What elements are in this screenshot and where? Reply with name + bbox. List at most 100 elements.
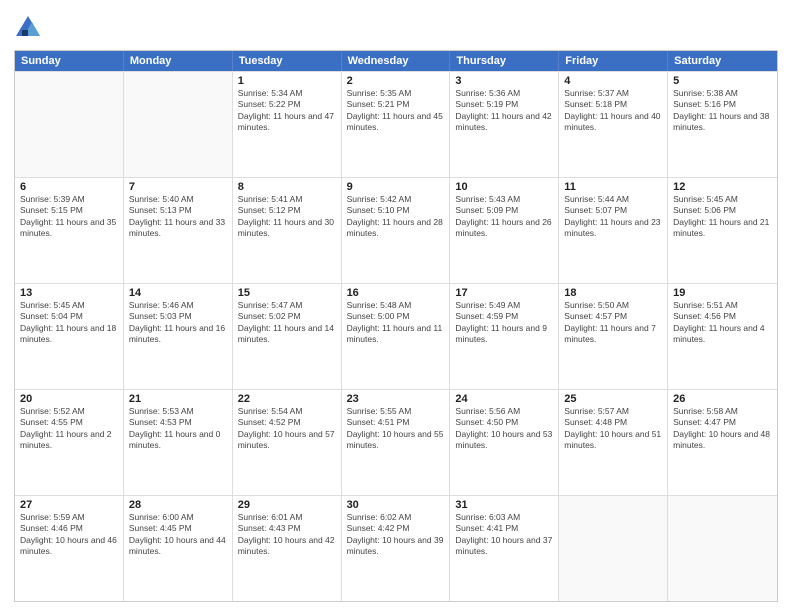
- header-day-wednesday: Wednesday: [342, 51, 451, 71]
- sunrise-text: Sunrise: 5:39 AM: [20, 194, 118, 205]
- daylight-text: Daylight: 10 hours and 53 minutes.: [455, 429, 553, 452]
- daylight-text: Daylight: 11 hours and 4 minutes.: [673, 323, 772, 346]
- empty-cell: [15, 72, 124, 177]
- sunrise-text: Sunrise: 5:52 AM: [20, 406, 118, 417]
- day-number: 10: [455, 181, 553, 193]
- day-number: 24: [455, 393, 553, 405]
- sunset-text: Sunset: 4:56 PM: [673, 311, 772, 322]
- day-number: 8: [238, 181, 336, 193]
- sunrise-text: Sunrise: 5:57 AM: [564, 406, 662, 417]
- day-cell-25: 25Sunrise: 5:57 AMSunset: 4:48 PMDayligh…: [559, 390, 668, 495]
- sunset-text: Sunset: 4:41 PM: [455, 523, 553, 534]
- daylight-text: Daylight: 10 hours and 39 minutes.: [347, 535, 445, 558]
- sunrise-text: Sunrise: 5:37 AM: [564, 88, 662, 99]
- day-number: 14: [129, 287, 227, 299]
- sunrise-text: Sunrise: 5:51 AM: [673, 300, 772, 311]
- sunset-text: Sunset: 5:22 PM: [238, 99, 336, 110]
- day-number: 13: [20, 287, 118, 299]
- day-cell-22: 22Sunrise: 5:54 AMSunset: 4:52 PMDayligh…: [233, 390, 342, 495]
- sunset-text: Sunset: 5:16 PM: [673, 99, 772, 110]
- sunrise-text: Sunrise: 5:53 AM: [129, 406, 227, 417]
- sunset-text: Sunset: 5:03 PM: [129, 311, 227, 322]
- day-cell-28: 28Sunrise: 6:00 AMSunset: 4:45 PMDayligh…: [124, 496, 233, 601]
- sunset-text: Sunset: 5:10 PM: [347, 205, 445, 216]
- day-cell-26: 26Sunrise: 5:58 AMSunset: 4:47 PMDayligh…: [668, 390, 777, 495]
- calendar-week-4: 20Sunrise: 5:52 AMSunset: 4:55 PMDayligh…: [15, 389, 777, 495]
- day-cell-5: 5Sunrise: 5:38 AMSunset: 5:16 PMDaylight…: [668, 72, 777, 177]
- sunset-text: Sunset: 5:00 PM: [347, 311, 445, 322]
- day-cell-1: 1Sunrise: 5:34 AMSunset: 5:22 PMDaylight…: [233, 72, 342, 177]
- logo-icon: [14, 14, 42, 42]
- daylight-text: Daylight: 11 hours and 33 minutes.: [129, 217, 227, 240]
- daylight-text: Daylight: 10 hours and 51 minutes.: [564, 429, 662, 452]
- day-number: 25: [564, 393, 662, 405]
- day-cell-4: 4Sunrise: 5:37 AMSunset: 5:18 PMDaylight…: [559, 72, 668, 177]
- sunrise-text: Sunrise: 6:00 AM: [129, 512, 227, 523]
- sunset-text: Sunset: 5:19 PM: [455, 99, 553, 110]
- sunrise-text: Sunrise: 5:43 AM: [455, 194, 553, 205]
- sunrise-text: Sunrise: 5:38 AM: [673, 88, 772, 99]
- calendar-week-3: 13Sunrise: 5:45 AMSunset: 5:04 PM Dayligh…: [15, 283, 777, 389]
- calendar-week-5: 27Sunrise: 5:59 AMSunset: 4:46 PMDayligh…: [15, 495, 777, 601]
- sunset-text: Sunset: 5:07 PM: [564, 205, 662, 216]
- header-day-saturday: Saturday: [668, 51, 777, 71]
- sunrise-text: Sunrise: 5:48 AM: [347, 300, 445, 311]
- day-number: 22: [238, 393, 336, 405]
- day-cell-27: 27Sunrise: 5:59 AMSunset: 4:46 PMDayligh…: [15, 496, 124, 601]
- day-number: 12: [673, 181, 772, 193]
- day-cell-30: 30Sunrise: 6:02 AMSunset: 4:42 PMDayligh…: [342, 496, 451, 601]
- daylight-text: Daylight: 10 hours and 42 minutes.: [238, 535, 336, 558]
- day-number: 28: [129, 499, 227, 511]
- daylight-text: Daylight: 11 hours and 42 minutes.: [455, 111, 553, 134]
- sunrise-text: Sunrise: 5:56 AM: [455, 406, 553, 417]
- calendar-body: 1Sunrise: 5:34 AMSunset: 5:22 PMDaylight…: [15, 71, 777, 601]
- empty-cell: [559, 496, 668, 601]
- header-day-sunday: Sunday: [15, 51, 124, 71]
- day-cell-10: 10Sunrise: 5:43 AMSunset: 5:09 PMDayligh…: [450, 178, 559, 283]
- header-day-monday: Monday: [124, 51, 233, 71]
- sunset-text: Sunset: 5:13 PM: [129, 205, 227, 216]
- day-cell-12: 12Sunrise: 5:45 AMSunset: 5:06 PMDayligh…: [668, 178, 777, 283]
- daylight-text: Daylight: 10 hours and 57 minutes.: [238, 429, 336, 452]
- day-number: 7: [129, 181, 227, 193]
- day-number: 4: [564, 75, 662, 87]
- sunset-text: Sunset: 5:15 PM: [20, 205, 118, 216]
- sunrise-text: Sunrise: 5:40 AM: [129, 194, 227, 205]
- daylight-text: Daylight: 11 hours and 16 minutes.: [129, 323, 227, 346]
- calendar: SundayMondayTuesdayWednesdayThursdayFrid…: [14, 50, 778, 602]
- day-cell-14: 14Sunrise: 5:46 AMSunset: 5:03 PMDayligh…: [124, 284, 233, 389]
- logo: [14, 14, 46, 42]
- sunset-text: Sunset: 4:46 PM: [20, 523, 118, 534]
- sunrise-text: Sunrise: 5:35 AM: [347, 88, 445, 99]
- sunset-text: Sunset: 4:48 PM: [564, 417, 662, 428]
- calendar-week-2: 6Sunrise: 5:39 AMSunset: 5:15 PM Daylight…: [15, 177, 777, 283]
- daylight-text: Daylight: 11 hours and 23 minutes.: [564, 217, 662, 240]
- sunset-text: Sunset: 4:43 PM: [238, 523, 336, 534]
- day-number: 29: [238, 499, 336, 511]
- sunrise-text: Sunrise: 5:45 AM: [20, 300, 118, 311]
- day-cell-29: 29Sunrise: 6:01 AMSunset: 4:43 PMDayligh…: [233, 496, 342, 601]
- sunrise-text: Sunrise: 5:42 AM: [347, 194, 445, 205]
- day-cell-13: 13Sunrise: 5:45 AMSunset: 5:04 PMDayligh…: [15, 284, 124, 389]
- header-day-tuesday: Tuesday: [233, 51, 342, 71]
- sunrise-text: Sunrise: 6:02 AM: [347, 512, 445, 523]
- day-number: 6: [20, 181, 118, 193]
- daylight-text: Daylight: 11 hours and 26 minutes.: [455, 217, 553, 240]
- sunrise-text: Sunrise: 5:41 AM: [238, 194, 336, 205]
- daylight-text: Daylight: 10 hours and 46 minutes.: [20, 535, 118, 558]
- calendar-page: SundayMondayTuesdayWednesdayThursdayFrid…: [0, 0, 792, 612]
- sunset-text: Sunset: 4:59 PM: [455, 311, 553, 322]
- day-cell-8: 8Sunrise: 5:41 AMSunset: 5:12 PMDaylight…: [233, 178, 342, 283]
- sunset-text: Sunset: 4:51 PM: [347, 417, 445, 428]
- sunset-text: Sunset: 5:04 PM: [20, 311, 118, 322]
- daylight-text: Daylight: 11 hours and 45 minutes.: [347, 111, 445, 134]
- sunset-text: Sunset: 5:09 PM: [455, 205, 553, 216]
- day-cell-15: 15Sunrise: 5:47 AMSunset: 5:02 PMDayligh…: [233, 284, 342, 389]
- sunrise-text: Sunrise: 5:44 AM: [564, 194, 662, 205]
- empty-cell: [124, 72, 233, 177]
- sunrise-text: Sunrise: 5:49 AM: [455, 300, 553, 311]
- day-number: 11: [564, 181, 662, 193]
- daylight-text: Daylight: 11 hours and 38 minutes.: [673, 111, 772, 134]
- sunrise-text: Sunrise: 5:54 AM: [238, 406, 336, 417]
- day-cell-24: 24Sunrise: 5:56 AMSunset: 4:50 PMDayligh…: [450, 390, 559, 495]
